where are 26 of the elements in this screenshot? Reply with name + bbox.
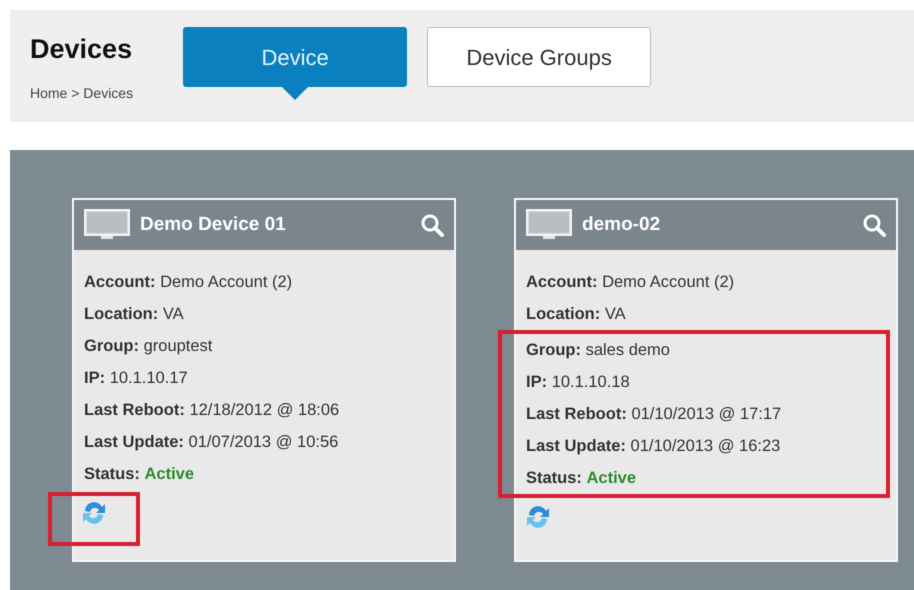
field-line: Last Update: 01/07/2013 @ 10:56	[84, 432, 340, 453]
field-line: Account: Demo Account (2)	[526, 272, 736, 293]
field-line: Status: Active	[526, 468, 638, 489]
field-line: Location: VA	[526, 304, 627, 325]
device-name: demo-02	[582, 212, 660, 237]
tab[interactable]: Device Groups	[427, 27, 652, 87]
refresh-icon[interactable]	[526, 504, 550, 530]
tab-pointer	[281, 86, 310, 100]
monitor-icon	[526, 209, 572, 241]
field-line: Last Reboot: 01/10/2013 @ 17:17	[526, 404, 782, 425]
monitor-icon	[84, 209, 130, 241]
search-icon[interactable]	[862, 213, 886, 237]
field-line: Status: Active	[84, 464, 196, 485]
field-line: IP: 10.1.10.18	[526, 372, 631, 393]
field-line: Location: VA	[84, 304, 185, 325]
field-line: IP: 10.1.10.17	[84, 368, 189, 389]
page-title: Devices	[30, 36, 134, 63]
search-icon[interactable]	[420, 213, 444, 237]
field-line: Group: sales demo	[526, 340, 671, 361]
breadcrumb: Home > Devices	[30, 84, 134, 103]
device-name: Demo Device 01	[140, 212, 286, 237]
field-line: Group: grouptest	[84, 336, 214, 357]
field-line: Last Reboot: 12/18/2012 @ 18:06	[84, 400, 340, 421]
field-line: Last Update: 01/10/2013 @ 16:23	[526, 436, 782, 457]
field-line: Account: Demo Account (2)	[84, 272, 294, 293]
refresh-icon[interactable]	[82, 500, 106, 526]
